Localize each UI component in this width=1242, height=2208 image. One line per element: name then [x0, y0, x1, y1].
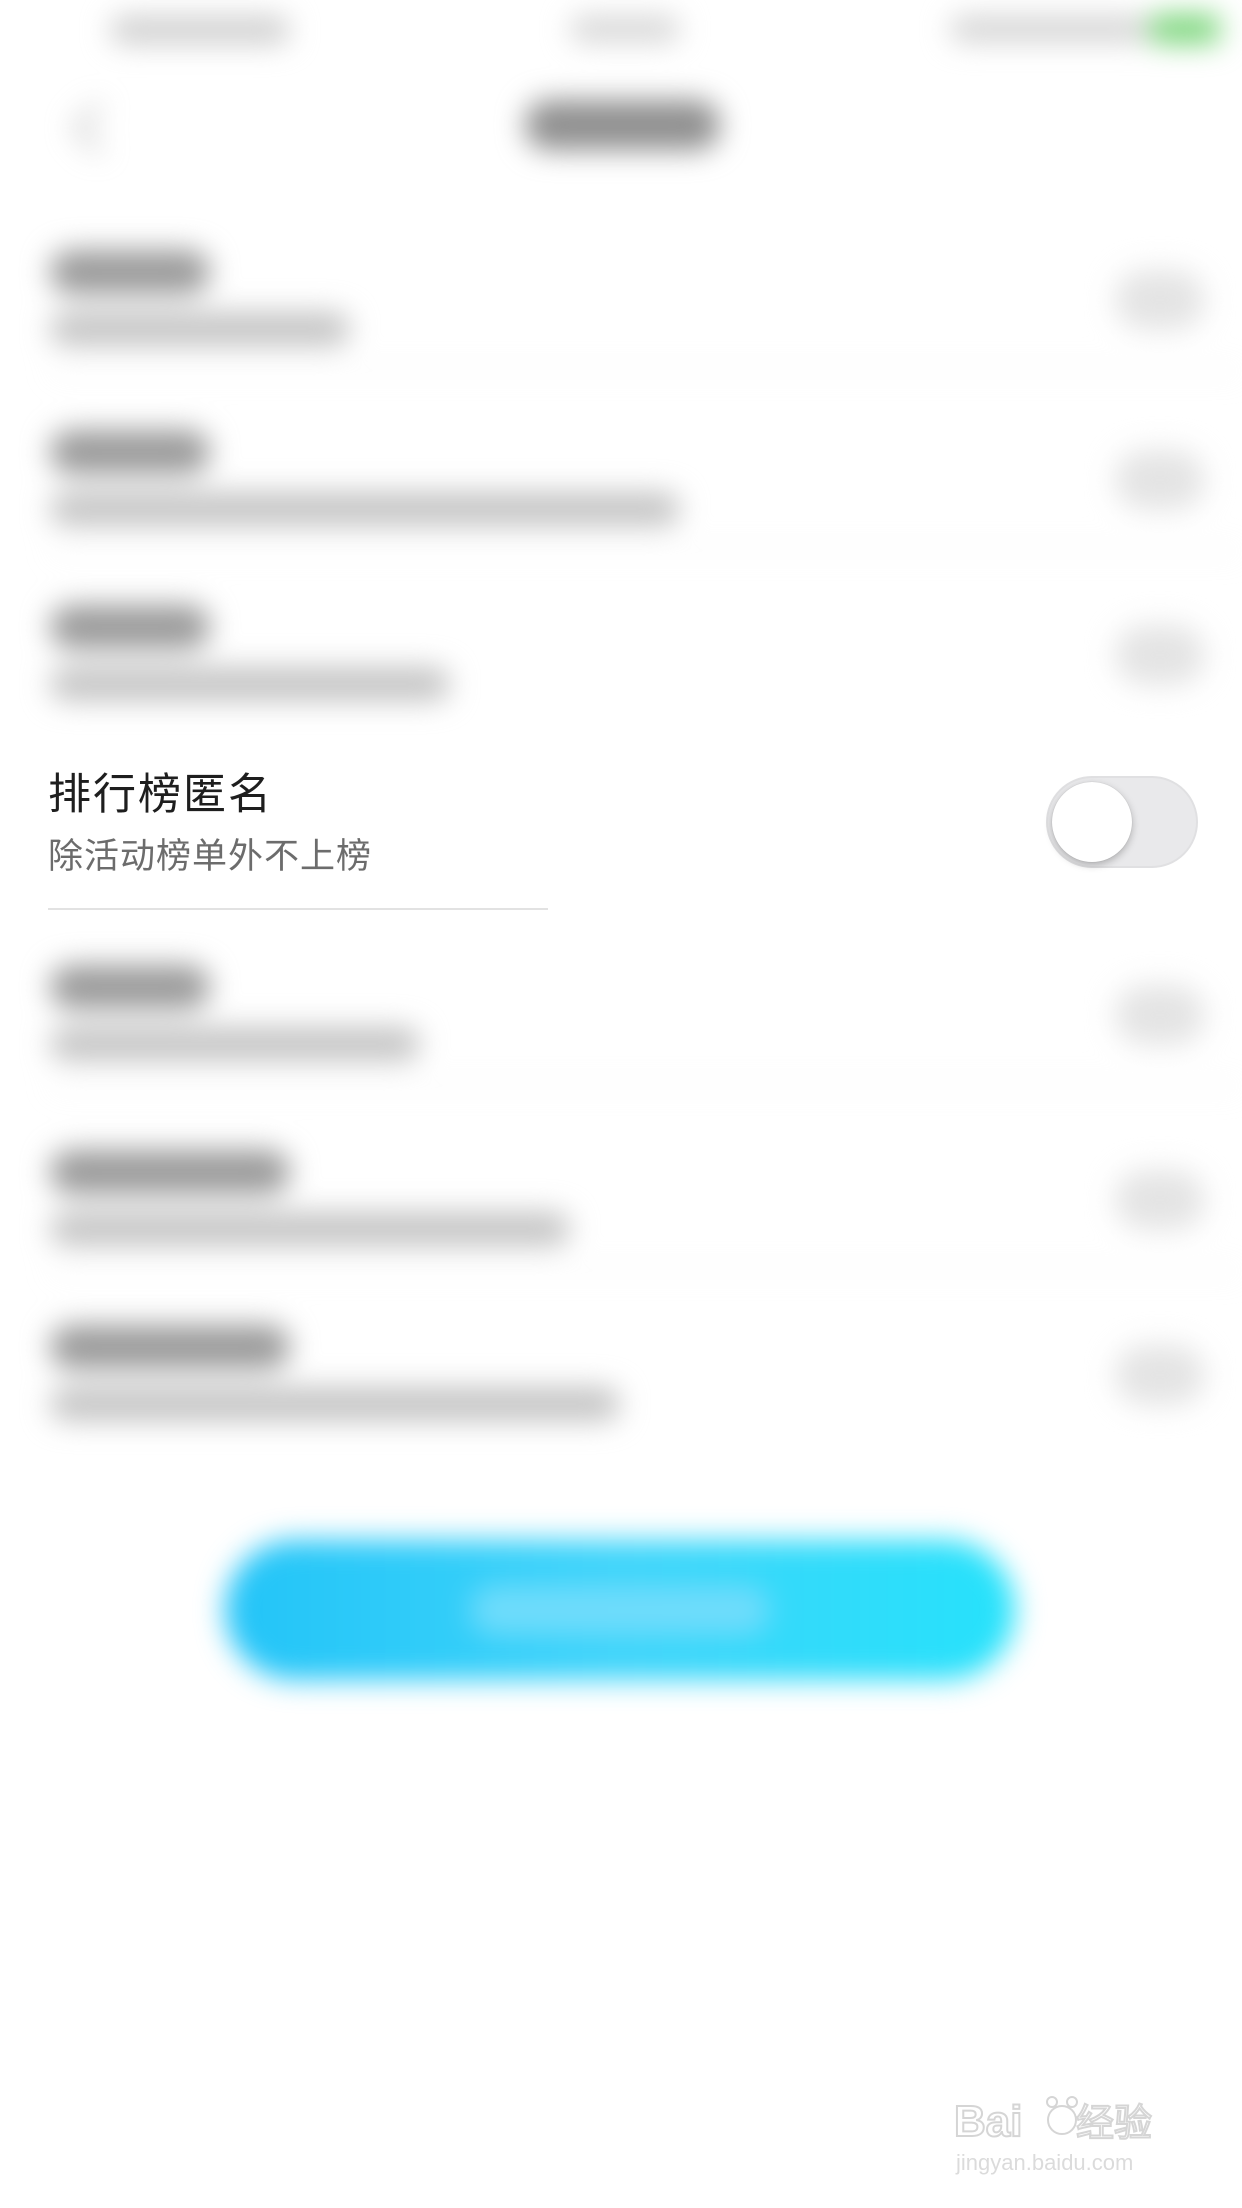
setting-subtitle: 除活动榜单外不上榜: [48, 837, 373, 877]
toggle-switch[interactable]: [1115, 1170, 1205, 1230]
blurred-background: [0, 0, 1242, 2208]
toggle-switch[interactable]: [1115, 1345, 1205, 1405]
status-carrier: [110, 16, 290, 44]
toggle-switch[interactable]: [1115, 270, 1205, 330]
status-time: [570, 16, 680, 42]
back-arrow-icon[interactable]: [72, 102, 124, 154]
row-subtitle: [50, 1212, 570, 1246]
row-subtitle: [50, 667, 450, 701]
divider: [50, 550, 1242, 552]
row-subtitle: [50, 312, 350, 346]
row-subtitle: [50, 492, 680, 526]
svg-text:经验: 经验: [1076, 2101, 1152, 2145]
row-title: [50, 430, 210, 474]
settings-row[interactable]: [0, 430, 1242, 610]
divider: [48, 908, 548, 910]
toggle-switch[interactable]: [1115, 450, 1205, 510]
setting-title: 排行榜匿名: [48, 770, 273, 820]
row-title: [50, 250, 210, 294]
row-title: [50, 1325, 290, 1369]
divider: [50, 1085, 1242, 1087]
status-bar: [0, 0, 1242, 60]
settings-row[interactable]: [0, 1150, 1242, 1330]
toggle-knob[interactable]: [1052, 782, 1132, 862]
battery-icon: [1150, 14, 1220, 44]
toggle-switch[interactable]: [1115, 625, 1205, 685]
settings-row[interactable]: [0, 965, 1242, 1145]
svg-text:jingyan.baidu.com: jingyan.baidu.com: [955, 2150, 1133, 2175]
row-subtitle: [50, 1387, 620, 1421]
toggle-switch[interactable]: [1115, 985, 1205, 1045]
settings-row[interactable]: [0, 1325, 1242, 1505]
row-title: [50, 965, 210, 1009]
primary-button-label: [470, 1585, 770, 1635]
baidu-jingyan-watermark: Bai 经验 jingyan.baidu.com: [953, 2096, 1153, 2175]
settings-row[interactable]: [0, 250, 1242, 430]
row-title: [50, 1150, 290, 1194]
row-subtitle: [50, 1027, 420, 1061]
divider: [50, 370, 1242, 372]
row-title: [50, 605, 210, 649]
svg-text:Bai: Bai: [954, 2097, 1022, 2146]
status-indicators: [950, 16, 1150, 42]
anonymous-ranking-toggle[interactable]: [1046, 776, 1198, 868]
settings-screen: 排行榜匿名 除活动榜单外不上榜 Bai 经验 jingyan.baidu.com: [0, 0, 1242, 2208]
divider: [50, 1270, 1242, 1272]
setting-row-anonymous-ranking[interactable]: 排行榜匿名 除活动榜单外不上榜: [0, 740, 1242, 910]
nav-bar: [0, 60, 1242, 190]
page-title: [525, 100, 720, 150]
